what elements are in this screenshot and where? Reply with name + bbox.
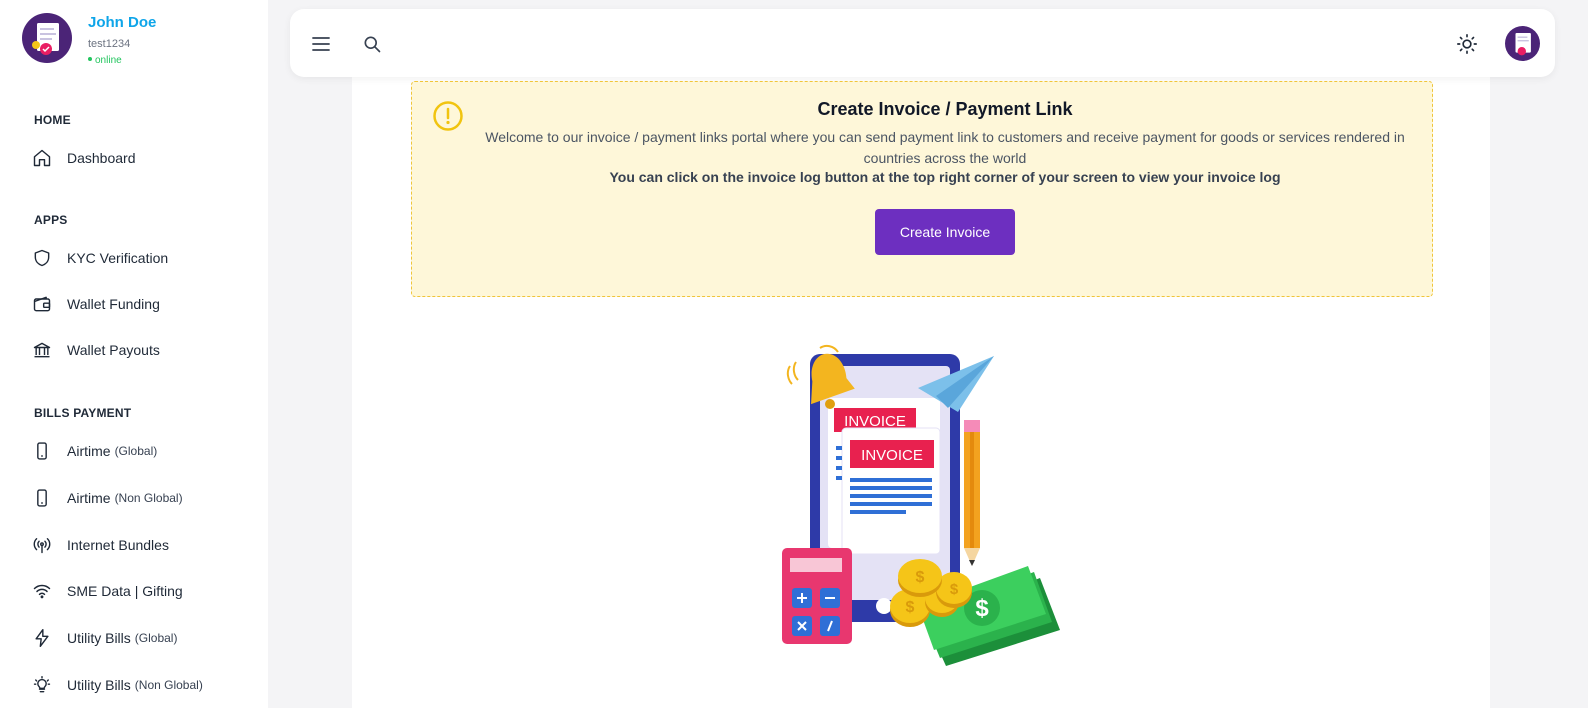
avatar[interactable] bbox=[1505, 26, 1540, 61]
svg-text:$: $ bbox=[975, 595, 989, 622]
alert-description: Welcome to our invoice / payment links p… bbox=[485, 129, 1405, 166]
bank-icon bbox=[32, 340, 52, 360]
wifi-icon bbox=[32, 581, 52, 601]
invoice-avatar-icon bbox=[1515, 33, 1531, 56]
user-name: John Doe bbox=[88, 14, 157, 31]
sidebar-item-kyc-verification[interactable]: KYC Verification bbox=[32, 245, 168, 271]
phone-icon bbox=[32, 488, 52, 508]
sidebar-item-sub: (Non Global) bbox=[114, 491, 183, 505]
sidebar-item-dashboard[interactable]: Dashboard bbox=[32, 145, 136, 171]
svg-text:$: $ bbox=[916, 569, 925, 586]
status-indicator: online bbox=[88, 55, 156, 67]
phone-icon bbox=[32, 441, 52, 461]
sidebar-item-label: Internet Bundles bbox=[67, 537, 169, 553]
bulb-icon bbox=[32, 675, 52, 695]
status-text: online bbox=[95, 55, 122, 66]
sidebar-item-label: Airtime bbox=[67, 443, 111, 459]
sidebar-item-label: SME Data | Gifting bbox=[67, 583, 183, 599]
top-bar bbox=[290, 9, 1555, 77]
section-title-apps: APPS bbox=[34, 213, 68, 227]
section-title-bills-payment: BILLS PAYMENT bbox=[34, 406, 132, 420]
sidebar-item-label: KYC Verification bbox=[67, 250, 169, 266]
sidebar-item-sub: (Non Global) bbox=[134, 678, 203, 692]
section-title-home: HOME bbox=[34, 113, 71, 127]
sun-icon[interactable] bbox=[1456, 33, 1478, 55]
avatar[interactable] bbox=[22, 13, 72, 63]
user-profile[interactable]: John Doe test1234 online bbox=[22, 13, 156, 67]
sidebar-item-wallet-funding[interactable]: Wallet Funding bbox=[32, 291, 160, 317]
sidebar-item-airtime-global[interactable]: Airtime (Global) bbox=[32, 438, 157, 464]
sidebar-item-sub: (Global) bbox=[134, 631, 178, 645]
bolt-icon bbox=[32, 628, 52, 648]
online-dot-icon bbox=[88, 57, 92, 62]
sidebar-item-label: Airtime bbox=[67, 490, 111, 506]
sidebar-item-sme-data-gifting[interactable]: SME Data | Gifting bbox=[32, 578, 183, 604]
sidebar-item-label: Wallet Funding bbox=[67, 296, 160, 312]
sidebar-item-label: Utility Bills bbox=[67, 677, 131, 693]
invoice-illustration: INVOICE INVOICE $ $ $ $ bbox=[776, 340, 1066, 675]
sidebar-item-label: Dashboard bbox=[67, 150, 136, 166]
user-username: test1234 bbox=[88, 38, 131, 50]
invoice-avatar-icon bbox=[32, 23, 59, 55]
alert-title: Create Invoice / Payment Link bbox=[817, 99, 1073, 119]
shield-icon bbox=[32, 248, 52, 268]
antenna-icon bbox=[32, 535, 52, 555]
home-icon bbox=[32, 148, 52, 168]
sidebar-item-utility-bills-global[interactable]: Utility Bills (Global) bbox=[32, 625, 177, 651]
sidebar-item-internet-bundles[interactable]: Internet Bundles bbox=[32, 532, 169, 558]
svg-text:$: $ bbox=[906, 599, 915, 616]
search-icon[interactable] bbox=[361, 33, 383, 55]
invoice-label-1: INVOICE bbox=[844, 413, 906, 430]
create-invoice-button[interactable]: Create Invoice bbox=[875, 209, 1015, 255]
alert-instruction: You can click on the invoice log button … bbox=[609, 169, 1281, 185]
svg-text:$: $ bbox=[950, 581, 959, 598]
hamburger-icon[interactable] bbox=[310, 33, 332, 55]
sidebar-item-utility-bills-non-global[interactable]: Utility Bills (Non Global) bbox=[32, 672, 203, 698]
sidebar: John Doe test1234 online HOME Dashboard … bbox=[0, 0, 268, 708]
sidebar-item-wallet-payouts[interactable]: Wallet Payouts bbox=[32, 337, 160, 363]
sidebar-item-sub: (Global) bbox=[114, 444, 158, 458]
invoice-label-2: INVOICE bbox=[861, 447, 923, 464]
sidebar-item-label: Utility Bills bbox=[67, 630, 131, 646]
sidebar-item-airtime-non-global[interactable]: Airtime (Non Global) bbox=[32, 485, 183, 511]
wallet-icon bbox=[32, 294, 52, 314]
sidebar-item-label: Wallet Payouts bbox=[67, 342, 160, 358]
